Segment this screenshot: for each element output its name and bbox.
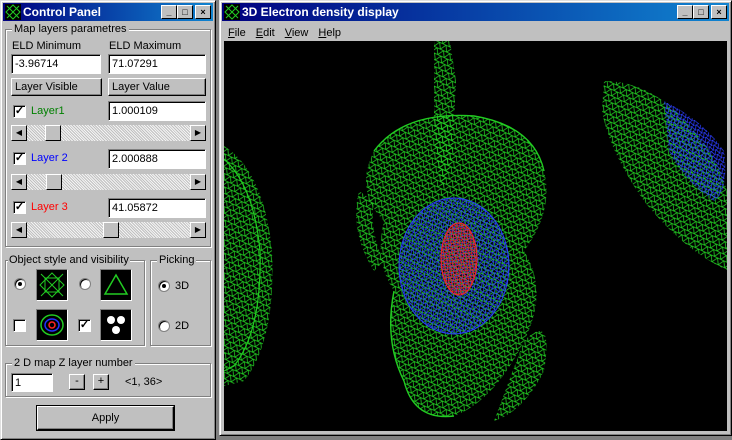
object-style-label: Object style and visibility — [8, 254, 130, 266]
wireframe-icon[interactable] — [36, 269, 68, 301]
layer2-checkbox[interactable]: ✓ — [13, 152, 26, 165]
electron-density-window: 3D Electron density display _ □ × File E… — [219, 0, 732, 436]
picking-2d-label: 2D — [175, 320, 190, 332]
layer1-value-input[interactable]: 1.000109 — [108, 101, 206, 121]
close-button[interactable]: × — [195, 5, 211, 19]
layer3-label: Layer 3 — [31, 201, 68, 213]
map-layers-label: Map layers parametres — [12, 23, 129, 35]
z-layer-input[interactable]: 1 — [11, 373, 53, 392]
menu-help[interactable]: Help — [314, 23, 347, 40]
contour-visible-checkbox[interactable] — [13, 319, 26, 332]
app-icon — [224, 4, 240, 20]
layer1-checkbox[interactable]: ✓ — [13, 105, 26, 118]
maximize-button[interactable]: □ — [693, 5, 709, 19]
scroll-right-icon[interactable]: ▶ — [190, 174, 206, 190]
picking-2d-radio[interactable] — [158, 320, 170, 332]
minimize-button[interactable]: _ — [161, 5, 177, 19]
z-layer-plus-button[interactable]: + — [93, 374, 109, 390]
scroll-right-icon[interactable]: ▶ — [190, 125, 206, 141]
eld-min-label: ELD Minimum — [12, 40, 82, 52]
menu-bar: File Edit View Help — [224, 23, 347, 41]
apply-button[interactable]: Apply — [36, 405, 175, 431]
scroll-right-icon[interactable]: ▶ — [190, 222, 206, 238]
scroll-left-icon[interactable]: ◀ — [11, 222, 27, 238]
picking-3d-label: 3D — [175, 280, 190, 292]
close-button[interactable]: × — [711, 5, 727, 19]
picking-label: Picking — [157, 254, 197, 266]
slider-thumb[interactable] — [103, 222, 119, 238]
layer2-value-input[interactable]: 2.000888 — [108, 149, 206, 169]
menu-edit[interactable]: Edit — [252, 23, 281, 40]
wireframe-style-radio[interactable] — [14, 278, 26, 290]
z-layer-minus-button[interactable]: - — [69, 374, 85, 390]
control-panel-title: Control Panel — [23, 5, 102, 19]
eld-min-input[interactable]: -3.96714 — [11, 54, 101, 74]
surface-style-radio[interactable] — [79, 278, 91, 290]
picking-3d-radio[interactable] — [158, 280, 170, 292]
scroll-left-icon[interactable]: ◀ — [11, 174, 27, 190]
layer3-checkbox[interactable]: ✓ — [13, 201, 26, 214]
control-panel-window: Control Panel _ □ × Map layers parametre… — [0, 0, 216, 440]
menu-view[interactable]: View — [281, 23, 315, 40]
menu-file[interactable]: File — [224, 23, 252, 40]
slider-thumb[interactable] — [46, 174, 62, 190]
layer-value-header[interactable]: Layer Value — [108, 78, 206, 96]
picking-group: Picking — [150, 254, 211, 346]
app-icon — [5, 4, 21, 20]
layer2-slider[interactable]: ◀ ▶ — [11, 174, 206, 190]
contour-icon[interactable] — [36, 309, 68, 341]
z-layer-label: 2 D map Z layer number — [12, 357, 135, 369]
layer-visible-header[interactable]: Layer Visible — [11, 78, 102, 96]
display-title: 3D Electron density display — [242, 5, 399, 19]
z-layer-range: <1, 36> — [125, 376, 163, 388]
control-panel-titlebar[interactable]: Control Panel _ □ × — [3, 3, 213, 21]
density-mesh-render[interactable] — [224, 41, 727, 431]
layer2-label: Layer 2 — [31, 152, 68, 164]
slider-thumb[interactable] — [45, 125, 61, 141]
layer3-slider[interactable]: ◀ ▶ — [11, 222, 206, 238]
dots-icon[interactable] — [100, 309, 132, 341]
dots-visible-checkbox[interactable]: ✓ — [78, 319, 91, 332]
layer1-slider[interactable]: ◀ ▶ — [11, 125, 206, 141]
display-titlebar[interactable]: 3D Electron density display _ □ × — [222, 3, 729, 21]
eld-max-input[interactable]: 71.07291 — [108, 54, 206, 74]
density-viewport[interactable] — [224, 41, 727, 431]
triangle-icon[interactable] — [100, 269, 132, 301]
layer3-value-input[interactable]: 41.05872 — [108, 198, 206, 218]
maximize-button[interactable]: □ — [177, 5, 193, 19]
minimize-button[interactable]: _ — [677, 5, 693, 19]
layer1-label: Layer1 — [31, 105, 65, 117]
eld-max-label: ELD Maximum — [109, 40, 182, 52]
scroll-left-icon[interactable]: ◀ — [11, 125, 27, 141]
